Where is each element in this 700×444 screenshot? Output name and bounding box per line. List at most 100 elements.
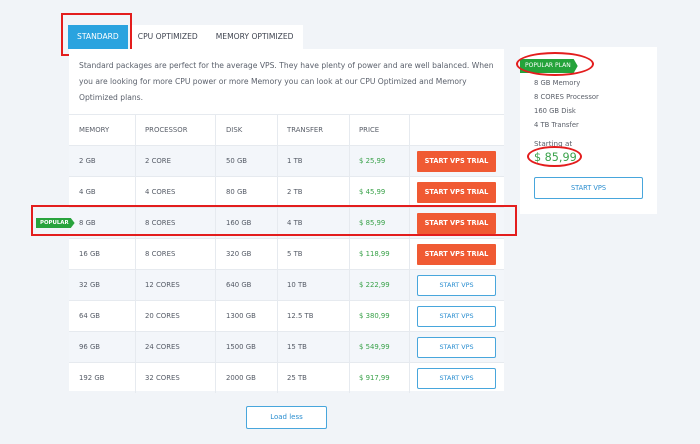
cell-memory: 64 GB — [79, 312, 101, 320]
column-divider — [215, 177, 216, 207]
cell-transfer: 2 TB — [287, 188, 303, 196]
tab-cpu-optimized[interactable]: CPU OPTIMIZED — [131, 25, 207, 49]
column-divider — [135, 208, 136, 238]
column-divider — [409, 146, 410, 176]
column-divider — [135, 115, 136, 145]
cell-memory: 2 GB — [79, 157, 96, 165]
cell-processor: 20 CORES — [145, 312, 180, 320]
column-divider — [409, 270, 410, 300]
cell-disk: 640 GB — [226, 281, 252, 289]
column-divider — [349, 146, 350, 176]
column-divider — [215, 115, 216, 145]
plan-spec-transfer: 4 TB Transfer — [534, 121, 579, 129]
start-vps-button[interactable]: START VPS — [417, 368, 496, 389]
load-less-button[interactable]: Load less — [246, 406, 327, 429]
packages-panel: Standard packages are perfect for the av… — [36, 49, 504, 393]
cell-processor: 32 CORES — [145, 374, 180, 382]
cell-processor: 12 CORES — [145, 281, 180, 289]
table-row: 4 GB 4 CORES 80 GB 2 TB $ 45,99 START VPS TRI… — [69, 176, 504, 207]
cell-transfer: 1 TB — [287, 157, 303, 165]
cell-transfer: 15 TB — [287, 343, 307, 351]
cell-transfer: 5 TB — [287, 250, 303, 258]
cell-processor: 2 CORE — [145, 157, 171, 165]
cell-disk: 160 GB — [226, 219, 252, 227]
start-vps-button[interactable]: START VPS — [417, 306, 496, 327]
start-vps-trial-button[interactable]: START VPS TRIAL — [417, 213, 496, 234]
column-divider — [215, 146, 216, 176]
column-divider — [135, 332, 136, 362]
cell-disk: 320 GB — [226, 250, 252, 258]
column-divider — [215, 363, 216, 393]
column-divider — [135, 177, 136, 207]
table-header-row: MEMORY PROCESSOR DISK TRANSFER PRICE — [69, 114, 504, 145]
start-vps-button[interactable]: START VPS — [534, 177, 643, 199]
column-divider — [349, 239, 350, 269]
cell-processor: 4 CORES — [145, 188, 176, 196]
column-divider — [409, 332, 410, 362]
column-divider — [409, 301, 410, 331]
packages-table: MEMORY PROCESSOR DISK TRANSFER PRICE 2 G… — [36, 114, 504, 393]
cell-memory: 16 GB — [79, 250, 101, 258]
column-divider — [135, 270, 136, 300]
cell-disk: 2000 GB — [226, 374, 256, 382]
column-divider — [215, 301, 216, 331]
tab-standard[interactable]: STANDARD — [68, 25, 128, 49]
header-memory: MEMORY — [79, 126, 110, 134]
cell-transfer: 10 TB — [287, 281, 307, 289]
popular-plan-badge: POPULAR PLAN — [520, 59, 578, 73]
cell-disk: 1300 GB — [226, 312, 256, 320]
column-divider — [215, 332, 216, 362]
column-divider — [277, 208, 278, 238]
plan-spec-processor: 8 CORES Processor — [534, 93, 599, 101]
plan-spec-memory: 8 GB Memory — [534, 79, 581, 87]
table-body: 2 GB 2 CORE 50 GB 1 TB $ 25,99 START VPS TRIA… — [36, 145, 504, 393]
column-divider — [277, 270, 278, 300]
package-tabs: STANDARD CPU OPTIMIZED MEMORY OPTIMIZED — [64, 25, 303, 49]
cell-memory: 192 GB — [79, 374, 105, 382]
column-divider — [409, 115, 410, 145]
column-divider — [277, 301, 278, 331]
cell-disk: 80 GB — [226, 188, 248, 196]
start-vps-button[interactable]: START VPS — [417, 337, 496, 358]
cell-memory: 32 GB — [79, 281, 101, 289]
table-row: 2 GB 2 CORE 50 GB 1 TB $ 25,99 START VPS TRIA… — [69, 145, 504, 176]
start-vps-trial-button[interactable]: START VPS TRIAL — [417, 182, 496, 203]
cell-processor: 8 CORES — [145, 250, 176, 258]
column-divider — [349, 301, 350, 331]
column-divider — [277, 239, 278, 269]
column-divider — [349, 115, 350, 145]
table-row: POPULAR 8 GB 8 CORES 160 GB 4 TB $ 85,99 START… — [36, 207, 504, 238]
column-divider — [409, 177, 410, 207]
table-row: 16 GB 8 CORES 320 GB 5 TB $ 118,99 START VPS … — [69, 238, 504, 269]
popular-plan-price: $ 85,99 — [534, 151, 577, 164]
table-row: 96 GB 24 CORES 1500 GB 15 TB $ 549,99 START V… — [69, 331, 504, 362]
column-divider — [349, 208, 350, 238]
tab-memory-optimized[interactable]: MEMORY OPTIMIZED — [206, 25, 303, 49]
column-divider — [349, 363, 350, 393]
start-vps-trial-button[interactable]: START VPS TRIAL — [417, 151, 496, 172]
header-disk: DISK — [226, 126, 243, 134]
popular-badge: POPULAR — [36, 218, 75, 228]
column-divider — [277, 115, 278, 145]
start-vps-button[interactable]: START VPS — [417, 275, 496, 296]
table-row: 64 GB 20 CORES 1300 GB 12.5 TB $ 380,99 START… — [69, 300, 504, 331]
column-divider — [215, 208, 216, 238]
column-divider — [277, 332, 278, 362]
column-divider — [349, 270, 350, 300]
cell-memory: 8 GB — [79, 219, 96, 227]
start-vps-trial-button[interactable]: START VPS TRIAL — [417, 244, 496, 265]
cell-transfer: 12.5 TB — [287, 312, 314, 320]
popular-plan-card: POPULAR PLAN 8 GB Memory 8 CORES Process… — [520, 47, 657, 214]
column-divider — [409, 208, 410, 238]
starting-at-label: Starting at — [534, 139, 573, 148]
table-row: 32 GB 12 CORES 640 GB 10 TB $ 222,99 START VP… — [69, 269, 504, 300]
cell-price: $ 549,99 — [359, 343, 390, 351]
column-divider — [215, 270, 216, 300]
column-divider — [215, 239, 216, 269]
column-divider — [409, 363, 410, 393]
column-divider — [135, 146, 136, 176]
plan-spec-disk: 160 GB Disk — [534, 107, 576, 115]
cell-processor: 24 CORES — [145, 343, 180, 351]
column-divider — [277, 146, 278, 176]
cell-processor: 8 CORES — [145, 219, 176, 227]
